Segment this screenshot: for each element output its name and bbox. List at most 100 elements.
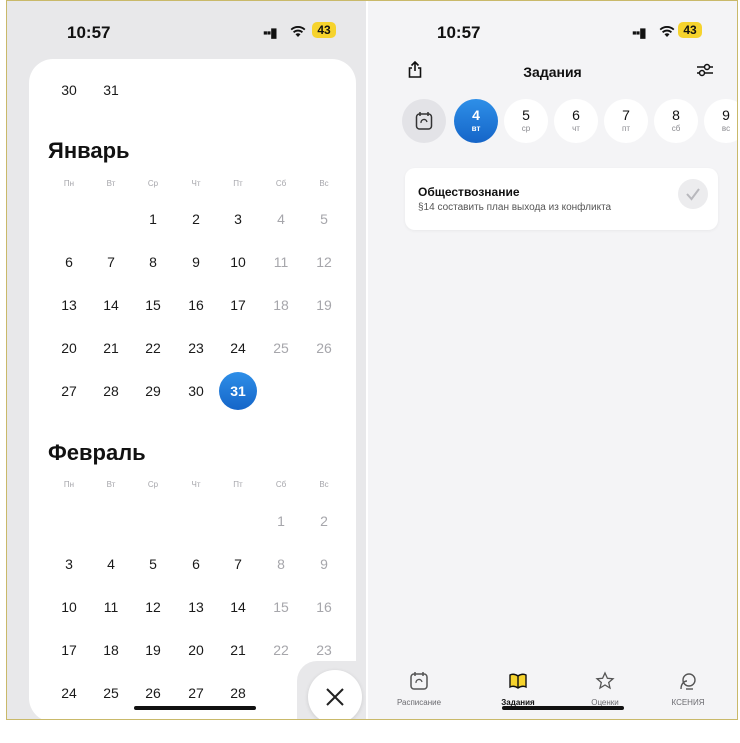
cellular-signal-icon: ▪▪▮ (263, 25, 277, 40)
calendar-day[interactable]: 21 (93, 340, 129, 356)
calendar-day[interactable]: 5 (135, 556, 171, 572)
calendar-day[interactable]: 27 (51, 383, 87, 399)
calendar-day[interactable]: 11 (263, 254, 299, 270)
calendar-day[interactable]: 26 (306, 340, 342, 356)
calendar-day[interactable]: 27 (178, 685, 214, 701)
calendar-day[interactable]: 17 (220, 297, 256, 313)
calendar-day[interactable]: 25 (263, 340, 299, 356)
calendar-day[interactable]: 3 (51, 556, 87, 572)
calendar-day[interactable]: 20 (51, 340, 87, 356)
weekday-label: Пт (233, 179, 243, 188)
month-title: Январь (48, 138, 130, 163)
calendar-day[interactable]: 6 (51, 254, 87, 270)
calendar-day[interactable]: 28 (93, 383, 129, 399)
day-chip[interactable]: 7 пт (604, 99, 648, 143)
calendar-day[interactable]: 20 (178, 642, 214, 658)
calendar-day[interactable]: 16 (306, 599, 342, 615)
close-button[interactable] (308, 670, 362, 719)
close-icon (326, 688, 344, 706)
calendar-day[interactable]: 22 (135, 340, 171, 356)
calendar-toggle-button[interactable] (402, 99, 446, 143)
day-chip[interactable]: 9 вс (704, 99, 737, 143)
cellular-signal-icon: ▪▪▮ (632, 25, 646, 40)
calendar-day[interactable]: 24 (51, 685, 87, 701)
day-chip[interactable]: 8 сб (654, 99, 698, 143)
weekday-label: Ср (147, 480, 159, 489)
selected-day[interactable]: 31 (219, 372, 257, 410)
schedule-icon (410, 672, 428, 690)
calendar-day[interactable]: 1 (263, 513, 299, 529)
tab-profile[interactable]: КСЕНИЯ (648, 671, 728, 707)
calendar-day[interactable]: 12 (135, 599, 171, 615)
calendar-day[interactable]: 15 (135, 297, 171, 313)
tab-grades[interactable]: Оценки (565, 671, 645, 707)
weekday-label: Вс (319, 179, 329, 188)
calendar-day[interactable]: 2 (178, 211, 214, 227)
calendar-day[interactable]: 1 (135, 211, 171, 227)
day-weekday: вс (721, 124, 731, 133)
calendar-day[interactable]: 3 (220, 211, 256, 227)
weekday-label: Чт (191, 480, 201, 489)
calendar-day[interactable]: 13 (178, 599, 214, 615)
calendar-day[interactable]: 12 (306, 254, 342, 270)
checkmark-icon (686, 188, 700, 201)
calendar-day[interactable]: 19 (306, 297, 342, 313)
calendar-day[interactable]: 22 (263, 642, 299, 658)
calendar-day[interactable]: 23 (306, 642, 342, 658)
calendar-day[interactable]: 30 (51, 82, 87, 98)
calendar-day[interactable]: 9 (178, 254, 214, 270)
calendar-day[interactable]: 10 (220, 254, 256, 270)
calendar-day[interactable]: 8 (263, 556, 299, 572)
calendar-day[interactable]: 7 (93, 254, 129, 270)
weekday-label: Сб (275, 179, 287, 188)
calendar-day[interactable]: 2 (306, 513, 342, 529)
calendar-day[interactable]: 18 (93, 642, 129, 658)
wifi-icon (659, 26, 675, 37)
calendar-day[interactable]: 30 (178, 383, 214, 399)
day-number: 7 (622, 107, 630, 123)
calendar-day[interactable]: 17 (51, 642, 87, 658)
calendar-day[interactable]: 4 (93, 556, 129, 572)
calendar-day[interactable]: 11 (93, 599, 129, 615)
calendar-day[interactable]: 31 (93, 82, 129, 98)
calendar-day[interactable]: 9 (306, 556, 342, 572)
calendar-day[interactable]: 18 (263, 297, 299, 313)
calendar-day[interactable]: 29 (135, 383, 171, 399)
calendar-day[interactable]: 10 (51, 599, 87, 615)
day-weekday: сб (671, 124, 681, 133)
tasks-screen: 10:57 ▪▪▮ 43 Задания 4 вт 5 ср 6 чт 7 пт 8 сб 9 вс … (368, 1, 737, 719)
day-chip[interactable]: 6 чт (554, 99, 598, 143)
task-card[interactable]: Обществознание §14 составить план выхода… (405, 168, 718, 230)
calendar-day[interactable]: 21 (220, 642, 256, 658)
tab-tasks[interactable]: Задания (478, 671, 558, 707)
calendar-day[interactable]: 26 (135, 685, 171, 701)
day-chip[interactable]: 5 ср (504, 99, 548, 143)
calendar-day[interactable]: 24 (220, 340, 256, 356)
day-chip[interactable]: 4 вт (454, 99, 498, 143)
day-weekday: пт (622, 124, 630, 133)
calendar-day[interactable]: 28 (220, 685, 256, 701)
weekday-label: Вт (106, 480, 116, 489)
calendar-day[interactable]: 6 (178, 556, 214, 572)
calendar-sheet: 30 31 Январь Пн Вт Ср Чт Пт Сб Вс 1 2 3 4 5 6 7 8 9 10 11 12 1… (29, 59, 356, 719)
status-time: 10:57 (67, 23, 111, 42)
calendar-day[interactable]: 8 (135, 254, 171, 270)
calendar-day[interactable]: 13 (51, 297, 87, 313)
tab-schedule[interactable]: Расписание (379, 671, 459, 707)
calendar-day[interactable]: 14 (220, 599, 256, 615)
calendar-day[interactable]: 23 (178, 340, 214, 356)
calendar-day[interactable]: 15 (263, 599, 299, 615)
calendar-day[interactable]: 14 (93, 297, 129, 313)
calendar-day[interactable]: 4 (263, 211, 299, 227)
weekday-label: Чт (191, 179, 201, 188)
filter-icon[interactable] (696, 63, 714, 77)
weekday-label: Вс (319, 480, 329, 489)
calendar-day[interactable]: 25 (93, 685, 129, 701)
complete-task-button[interactable] (678, 179, 708, 209)
day-number: 6 (572, 107, 580, 123)
calendar-day[interactable]: 16 (178, 297, 214, 313)
calendar-day[interactable]: 7 (220, 556, 256, 572)
calendar-day[interactable]: 19 (135, 642, 171, 658)
profile-icon (680, 673, 696, 690)
calendar-day[interactable]: 5 (306, 211, 342, 227)
